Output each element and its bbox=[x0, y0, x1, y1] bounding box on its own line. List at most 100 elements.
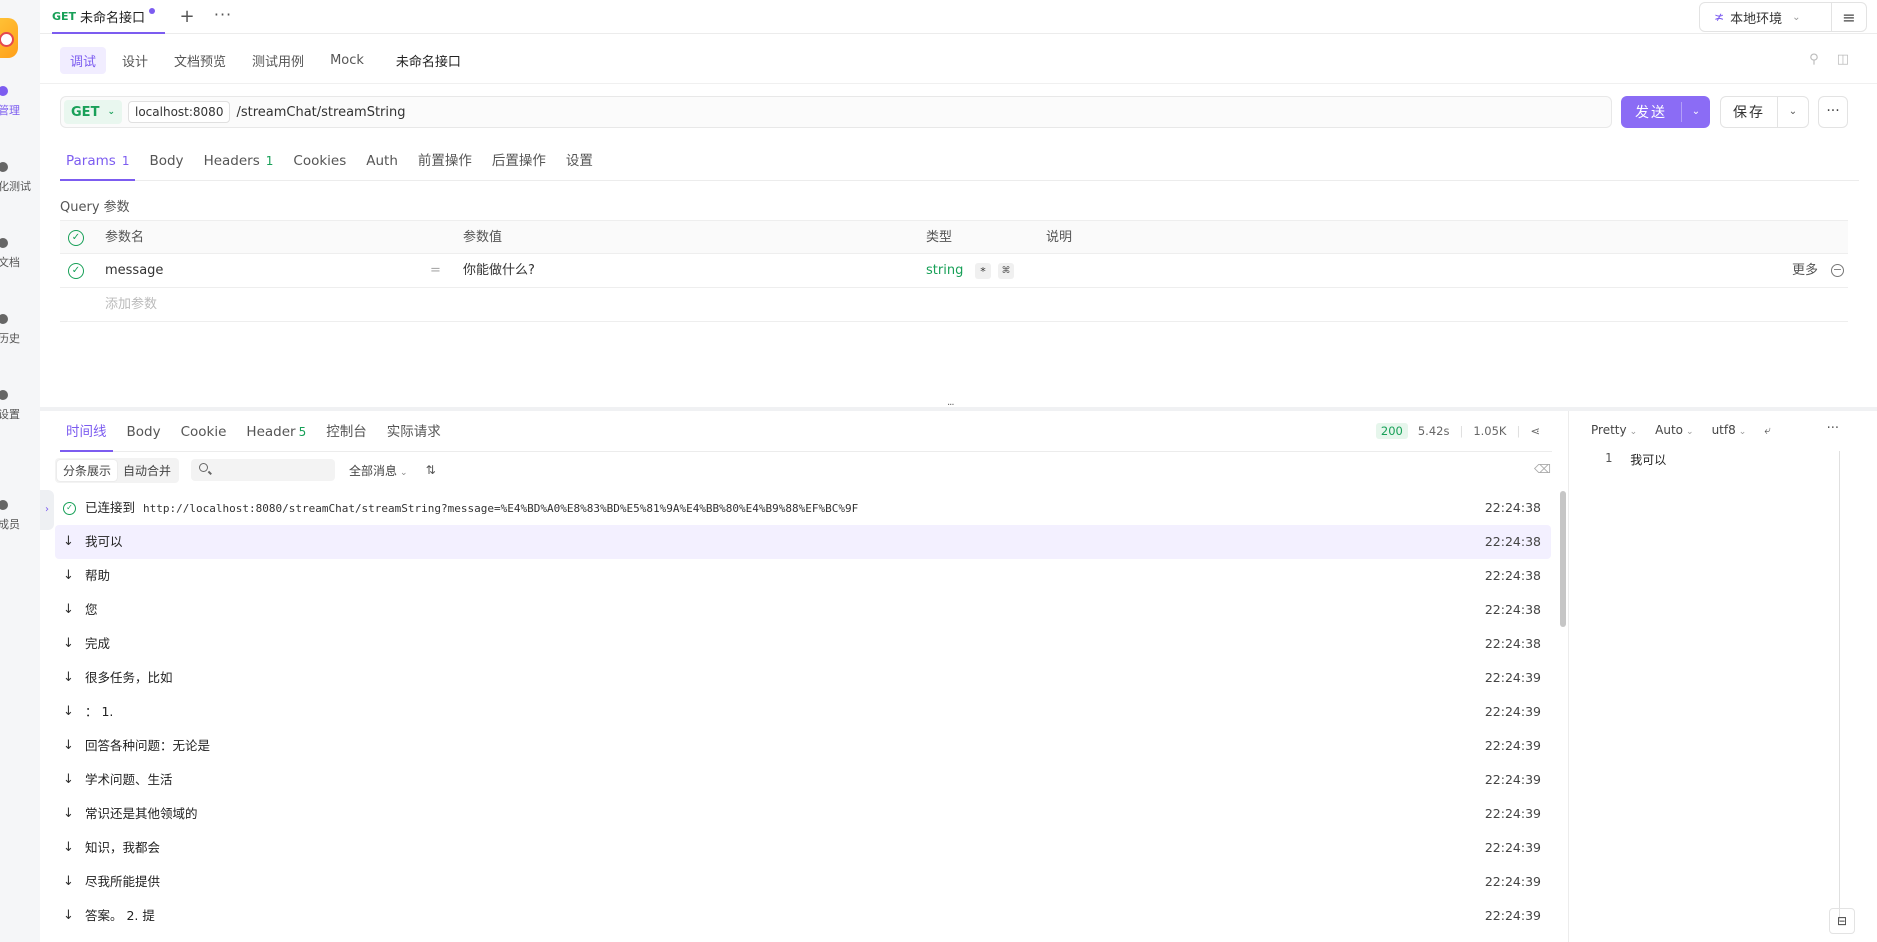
word-wrap-icon[interactable]: ⤶ bbox=[1764, 423, 1771, 438]
timeline-expand-toggle[interactable]: › bbox=[40, 490, 54, 530]
code-icon[interactable]: ⌘ bbox=[998, 263, 1014, 279]
timeline-row[interactable]: ↓ 帮助 22:24:38 bbox=[55, 559, 1551, 593]
send-button[interactable]: 发送 ⌄ bbox=[1621, 96, 1710, 128]
event-time: 22:24:38 bbox=[1484, 534, 1541, 549]
timeline-row[interactable]: ↓ 很多任务，比如 22:24:39 bbox=[55, 661, 1551, 695]
connected-row[interactable]: ✓ 已连接到 http://localhost:8080/streamChat/s… bbox=[55, 491, 1551, 525]
tab-mock[interactable]: Mock bbox=[320, 49, 374, 72]
param-type-select[interactable]: string bbox=[926, 254, 963, 287]
new-tab-button[interactable]: + bbox=[176, 6, 198, 28]
tab-headers[interactable]: Headers 1 bbox=[198, 143, 280, 181]
tab-resp-cookie[interactable]: Cookie bbox=[175, 414, 233, 452]
tab-cookies[interactable]: Cookies bbox=[287, 143, 352, 181]
tab-resp-header[interactable]: Header 5 bbox=[240, 414, 312, 452]
response-size: 1.05K bbox=[1473, 424, 1507, 438]
message-preview-panel: Pretty ⌄ Auto ⌄ utf8 ⌄ ⤶ ··· 1 我可以 ⊟ bbox=[1568, 411, 1877, 942]
rail-item-settings[interactable]: 设置 bbox=[0, 390, 38, 422]
tab-untitled-api[interactable]: GET 未命名接口 bbox=[52, 0, 166, 34]
col-desc-header: 说明 bbox=[1046, 230, 1073, 245]
split-view-option[interactable]: 分条展示 bbox=[57, 459, 118, 481]
timeline-row[interactable]: ↓ 尽我所能提供 22:24:39 bbox=[55, 865, 1551, 899]
event-time: 22:24:38 bbox=[1484, 636, 1541, 651]
required-toggle[interactable]: * bbox=[975, 263, 991, 279]
tab-request-settings[interactable]: 设置 bbox=[560, 143, 599, 181]
col-value-header: 参数值 bbox=[463, 230, 503, 245]
add-param-row[interactable]: 添加参数 bbox=[60, 288, 1848, 322]
tab-body[interactable]: Body bbox=[143, 143, 189, 181]
pin-icon[interactable]: ⚲ bbox=[1809, 52, 1819, 67]
timeline-row[interactable]: ↓ 知识，我都会 22:24:39 bbox=[55, 831, 1551, 865]
arrow-down-icon: ↓ bbox=[63, 738, 74, 753]
tab-params[interactable]: Params 1 bbox=[60, 143, 136, 181]
timeline-row[interactable]: ↓ 回答各种问题：无论是 22:24:39 bbox=[55, 729, 1551, 763]
layout-toggle-icon[interactable]: ⊟ bbox=[1829, 908, 1855, 934]
menu-icon[interactable]: ≡ bbox=[1832, 8, 1866, 27]
timeline-row[interactable]: ↓ 答案。 2. 提 22:24:39 bbox=[55, 899, 1551, 933]
chevron-down-icon[interactable]: ⌄ bbox=[1681, 102, 1710, 122]
clear-icon[interactable]: ⌫ bbox=[1534, 462, 1551, 476]
sort-icon[interactable]: ⇅ bbox=[426, 463, 436, 477]
timeline-row[interactable]: ↓ 常识还是其他领域的 22:24:39 bbox=[55, 797, 1551, 831]
row-enable-checkbox[interactable]: ✓ bbox=[68, 263, 84, 279]
tab-post-script[interactable]: 后置操作 bbox=[486, 143, 552, 181]
tab-more-button[interactable]: ··· bbox=[212, 6, 234, 28]
timeline-row[interactable]: ↓ 我可以 22:24:38 bbox=[55, 525, 1551, 559]
rail-item-members[interactable]: 成员 bbox=[0, 500, 38, 532]
chevron-down-icon: ⌄ bbox=[1792, 11, 1801, 23]
table-header-row: ✓ 参数名 参数值 类型 说明 bbox=[60, 220, 1848, 254]
environment-select[interactable]: ≭ 本地环境 ⌄ bbox=[1700, 3, 1832, 31]
tab-design[interactable]: 设计 bbox=[112, 47, 158, 74]
tab-auth[interactable]: Auth bbox=[360, 143, 404, 181]
mode-select[interactable]: Auto ⌄ bbox=[1655, 423, 1693, 437]
code-line: 1 我可以 bbox=[1605, 451, 1666, 468]
search-input[interactable] bbox=[213, 459, 330, 481]
auto-merge-option[interactable]: 自动合并 bbox=[117, 460, 177, 481]
url-input-box[interactable]: GET ⌄ localhost:8080 /streamChat/streamS… bbox=[60, 96, 1612, 128]
rail-item-test[interactable]: 化测试 bbox=[0, 162, 38, 194]
message-filter-select[interactable]: 全部消息 ⌄ bbox=[349, 462, 408, 479]
equals-icon: = bbox=[430, 263, 441, 278]
rail-item-history[interactable]: 历史 bbox=[0, 314, 38, 346]
remove-row-icon[interactable]: − bbox=[1831, 264, 1844, 277]
tab-resp-body[interactable]: Body bbox=[121, 414, 167, 452]
arrow-down-icon: ↓ bbox=[63, 568, 74, 583]
tab-actual-request[interactable]: 实际请求 bbox=[381, 414, 447, 452]
preview-more-icon[interactable]: ··· bbox=[1827, 421, 1839, 436]
send-label: 发送 bbox=[1635, 105, 1667, 121]
tab-pre-script[interactable]: 前置操作 bbox=[412, 143, 478, 181]
tab-doc-preview[interactable]: 文档预览 bbox=[164, 47, 236, 74]
select-all-checkbox[interactable]: ✓ bbox=[68, 230, 84, 246]
tab-timeline[interactable]: 时间线 bbox=[60, 414, 113, 452]
chevron-down-icon[interactable]: ⌄ bbox=[1777, 97, 1808, 127]
drag-handle-icon[interactable]: ··· bbox=[947, 400, 954, 411]
test-icon bbox=[0, 162, 8, 172]
url-path[interactable]: /streamChat/streamString bbox=[236, 105, 405, 120]
timeline-search[interactable] bbox=[191, 459, 336, 481]
timeline-row[interactable]: ↓ 您 22:24:38 bbox=[55, 593, 1551, 627]
format-select[interactable]: Pretty ⌄ bbox=[1591, 423, 1637, 437]
tab-console[interactable]: 控制台 bbox=[320, 414, 373, 452]
timeline-row[interactable]: ↓ 学术问题、生活 22:24:39 bbox=[55, 763, 1551, 797]
timeline-row[interactable]: ↓ 完成 22:24:38 bbox=[55, 627, 1551, 661]
param-name-input[interactable]: message bbox=[105, 254, 163, 287]
api-name-label[interactable]: 未命名接口 bbox=[396, 51, 461, 70]
more-options-button[interactable]: ··· bbox=[1818, 96, 1848, 128]
host-chip[interactable]: localhost:8080 bbox=[128, 101, 231, 123]
tab-test-cases[interactable]: 测试用例 bbox=[242, 47, 314, 74]
more-link[interactable]: 更多 bbox=[1792, 254, 1818, 287]
share-icon[interactable]: ⋖ bbox=[1530, 424, 1540, 438]
connected-label: 已连接到 bbox=[85, 500, 136, 515]
arrow-down-icon: ↓ bbox=[63, 704, 74, 719]
param-value-input[interactable]: 你能做什么? bbox=[463, 254, 535, 287]
tab-debug[interactable]: 调试 bbox=[60, 47, 107, 74]
event-time: 22:24:39 bbox=[1484, 738, 1541, 753]
timeline-scrollbar[interactable] bbox=[1560, 491, 1566, 627]
rail-item-docs[interactable]: 文档 bbox=[0, 238, 38, 270]
rail-item-manage[interactable]: 管理 bbox=[0, 86, 38, 118]
method-select[interactable]: GET ⌄ bbox=[64, 100, 122, 124]
save-button[interactable]: 保存 ⌄ bbox=[1720, 96, 1809, 128]
panel-layout-icon[interactable]: ◫ bbox=[1837, 52, 1849, 67]
add-param-placeholder[interactable]: 添加参数 bbox=[105, 288, 157, 321]
encoding-select[interactable]: utf8 ⌄ bbox=[1712, 423, 1747, 437]
timeline-row[interactable]: ↓ ： 1. 22:24:39 bbox=[55, 695, 1551, 729]
